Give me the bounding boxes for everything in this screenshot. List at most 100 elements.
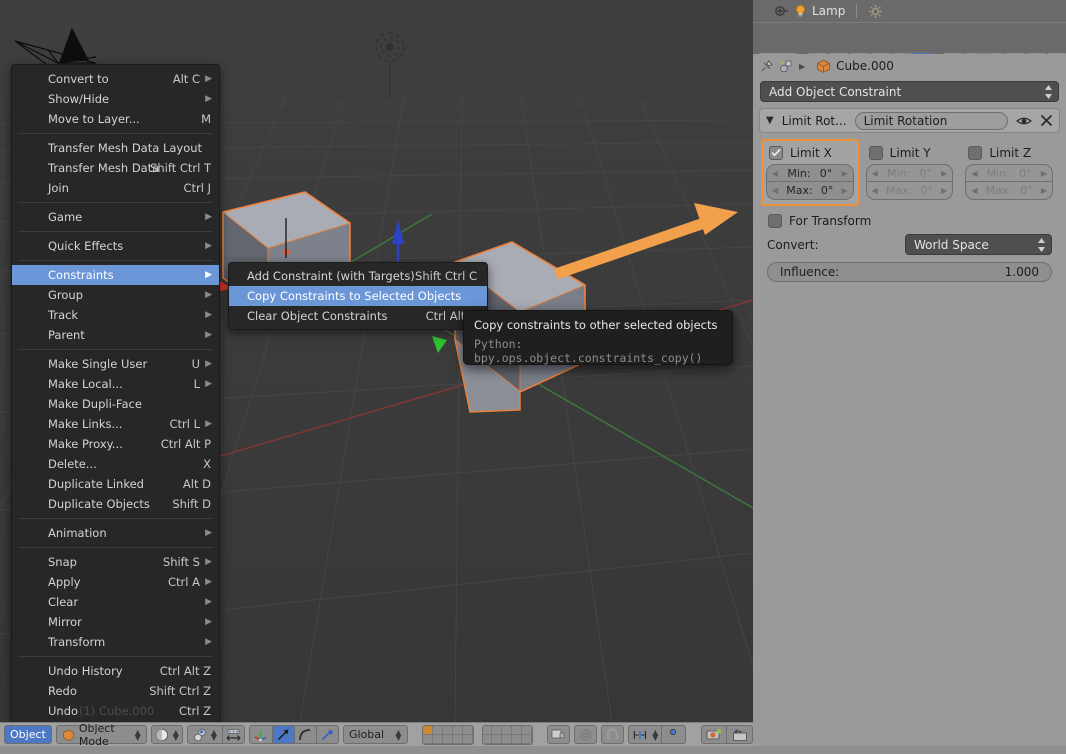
decrement-arrow-icon[interactable]: ◀	[971, 186, 977, 195]
menu-item-transfer-mesh-data[interactable]: Transfer Mesh Data Shift Ctrl T	[12, 158, 219, 178]
pin-icon[interactable]	[759, 59, 774, 74]
submenu-item-add-constraint[interactable]: Add Constraint (with Targets) Shift Ctrl…	[229, 266, 487, 286]
increment-arrow-icon[interactable]: ▶	[841, 186, 847, 195]
constraints-submenu[interactable]: Add Constraint (with Targets) Shift Ctrl…	[228, 262, 488, 330]
add-object-constraint-dropdown[interactable]: Add Object Constraint	[760, 81, 1059, 102]
influence-slider[interactable]: Influence: 1.000	[767, 262, 1052, 282]
for-transform-row[interactable]: For Transform	[759, 211, 1060, 230]
increment-arrow-icon[interactable]: ▶	[842, 169, 848, 178]
decrement-arrow-icon[interactable]: ◀	[971, 169, 977, 178]
layer-cell[interactable]	[423, 725, 434, 735]
layer-cell[interactable]	[423, 734, 434, 744]
pivot-point-selector[interactable]: ▲ ▼	[186, 725, 223, 744]
menu-item-constraints[interactable]: Constraints ▶	[12, 265, 219, 285]
layer-cell[interactable]	[512, 725, 522, 735]
limit-x-min-field[interactable]: ◀ Min: 0° ▶	[766, 164, 854, 182]
layer-cell[interactable]	[482, 734, 493, 744]
menu-item-convert-to[interactable]: Convert to Alt C ▶	[12, 69, 219, 89]
increment-arrow-icon[interactable]: ▶	[1041, 169, 1047, 178]
submenu-item-copy-constraints[interactable]: Copy Constraints to Selected Objects	[229, 286, 487, 306]
layer-cell[interactable]	[502, 734, 513, 744]
menu-item-undo-history[interactable]: Undo History Ctrl Alt Z	[12, 661, 219, 681]
translate-manipulator-button[interactable]	[272, 725, 295, 744]
layer-cell[interactable]	[433, 734, 443, 744]
limit-y-max-field[interactable]: ◀ Max: 0° ▶	[865, 182, 954, 200]
proportional-edit-button[interactable]: ▲ ▼	[628, 725, 663, 744]
layer-cell[interactable]	[502, 725, 513, 735]
layer-cell[interactable]	[462, 734, 473, 744]
menu-item-quick-effects[interactable]: Quick Effects ▶	[12, 236, 219, 256]
menu-item-snap[interactable]: Snap Shift S ▶	[12, 552, 219, 572]
transform-orientation-selector[interactable]: Global ▲ ▼	[342, 725, 408, 744]
menu-item-redo[interactable]: Redo Shift Ctrl Z	[12, 681, 219, 701]
layers-block-2[interactable]	[481, 724, 533, 745]
submenu-item-clear-constraints[interactable]: Clear Object Constraints Ctrl Alt C	[229, 306, 487, 326]
render-icon[interactable]	[701, 725, 727, 744]
magnet-icon[interactable]	[601, 725, 625, 744]
limit-y-checkbox-row[interactable]: Limit Y	[866, 143, 954, 162]
menu-item-join[interactable]: Join Ctrl J	[12, 178, 219, 198]
add-datablock-icon[interactable]	[775, 4, 789, 18]
limit-z-min-field[interactable]: ◀ Min: 0° ▶	[965, 164, 1054, 182]
menu-item-show-hide[interactable]: Show/Hide ▶	[12, 89, 219, 109]
menu-item-track[interactable]: Track ▶	[12, 305, 219, 325]
manipulator-toggle[interactable]	[248, 725, 273, 744]
menu-item-mirror[interactable]: Mirror ▶	[12, 612, 219, 632]
increment-arrow-icon[interactable]: ▶	[941, 169, 947, 178]
menu-item-make-links[interactable]: Make Links... Ctrl L ▶	[12, 414, 219, 434]
menu-item-transfer-mesh-data-layout[interactable]: Transfer Mesh Data Layout	[12, 138, 219, 158]
menu-item-duplicate-linked[interactable]: Duplicate Linked Alt D	[12, 474, 219, 494]
chevron-down-icon[interactable]: ▼	[766, 115, 774, 126]
menu-item-transform[interactable]: Transform ▶	[12, 632, 219, 652]
layer-cell[interactable]	[462, 725, 473, 735]
menu-item-game[interactable]: Game ▶	[12, 207, 219, 227]
mode-selector[interactable]: Object Mode ▲ ▼	[55, 722, 147, 748]
menu-item-animation[interactable]: Animation ▶	[12, 523, 219, 543]
viewport-shading-selector[interactable]: ▲ ▼	[150, 725, 183, 744]
menu-item-clear[interactable]: Clear ▶	[12, 592, 219, 612]
constraint-panel-header[interactable]: ▼ Limit Rot... Limit Rotation	[759, 108, 1060, 133]
layer-cell[interactable]	[442, 734, 453, 744]
limit-y-min-field[interactable]: ◀ Min: 0° ▶	[865, 164, 954, 182]
menu-item-undo[interactable]: Undo (1) Cube.000 Ctrl Z	[12, 701, 219, 721]
menu-item-make-proxy[interactable]: Make Proxy... Ctrl Alt P	[12, 434, 219, 454]
menu-item-make-dupli-face[interactable]: Make Dupli-Face	[12, 394, 219, 414]
decrement-arrow-icon[interactable]: ◀	[872, 169, 878, 178]
menu-item-group[interactable]: Group ▶	[12, 285, 219, 305]
scale-manipulator-button[interactable]	[316, 725, 339, 744]
menu-item-apply[interactable]: Apply Ctrl A ▶	[12, 572, 219, 592]
layer-cell[interactable]	[522, 725, 532, 735]
convert-space-dropdown[interactable]: World Space	[905, 234, 1052, 255]
layer-cell[interactable]	[452, 734, 463, 744]
layer-cell[interactable]	[452, 725, 463, 735]
limit-x-checkbox-row[interactable]: Limit X	[766, 143, 854, 162]
snap-target-button[interactable]	[662, 725, 687, 744]
object-datablock-icon[interactable]	[779, 59, 794, 74]
clapper-icon[interactable]	[727, 725, 753, 744]
layer-cell[interactable]	[492, 734, 503, 744]
manipulate-center-points-toggle[interactable]	[222, 725, 245, 744]
eye-icon[interactable]	[1016, 115, 1032, 127]
decrement-arrow-icon[interactable]: ◀	[872, 186, 878, 195]
limit-x-max-field[interactable]: ◀ Max: 0° ▶	[766, 182, 854, 200]
layer-cell[interactable]	[482, 725, 493, 735]
decrement-arrow-icon[interactable]: ◀	[772, 186, 778, 195]
for-transform-checkbox[interactable]	[768, 213, 782, 228]
limit-y-checkbox[interactable]	[868, 145, 883, 160]
increment-arrow-icon[interactable]: ▶	[1041, 186, 1047, 195]
render-preview-button[interactable]	[574, 725, 598, 744]
lock-to-scene-button[interactable]	[547, 725, 571, 744]
limit-z-checkbox-row[interactable]: Limit Z	[965, 143, 1053, 162]
menu-item-parent[interactable]: Parent ▶	[12, 325, 219, 345]
close-icon[interactable]	[1040, 114, 1053, 127]
menu-item-duplicate-objects[interactable]: Duplicate Objects Shift D	[12, 494, 219, 514]
layer-cell[interactable]	[442, 725, 453, 735]
layer-cell[interactable]	[433, 725, 443, 735]
menu-item-make-single-user[interactable]: Make Single User U ▶	[12, 354, 219, 374]
menu-item-delete[interactable]: Delete... X	[12, 454, 219, 474]
limit-z-checkbox[interactable]	[968, 145, 983, 160]
rotate-manipulator-button[interactable]	[294, 725, 317, 744]
decrement-arrow-icon[interactable]: ◀	[772, 169, 778, 178]
editor-type-object[interactable]: Object	[4, 725, 52, 744]
layer-cell[interactable]	[492, 725, 503, 735]
